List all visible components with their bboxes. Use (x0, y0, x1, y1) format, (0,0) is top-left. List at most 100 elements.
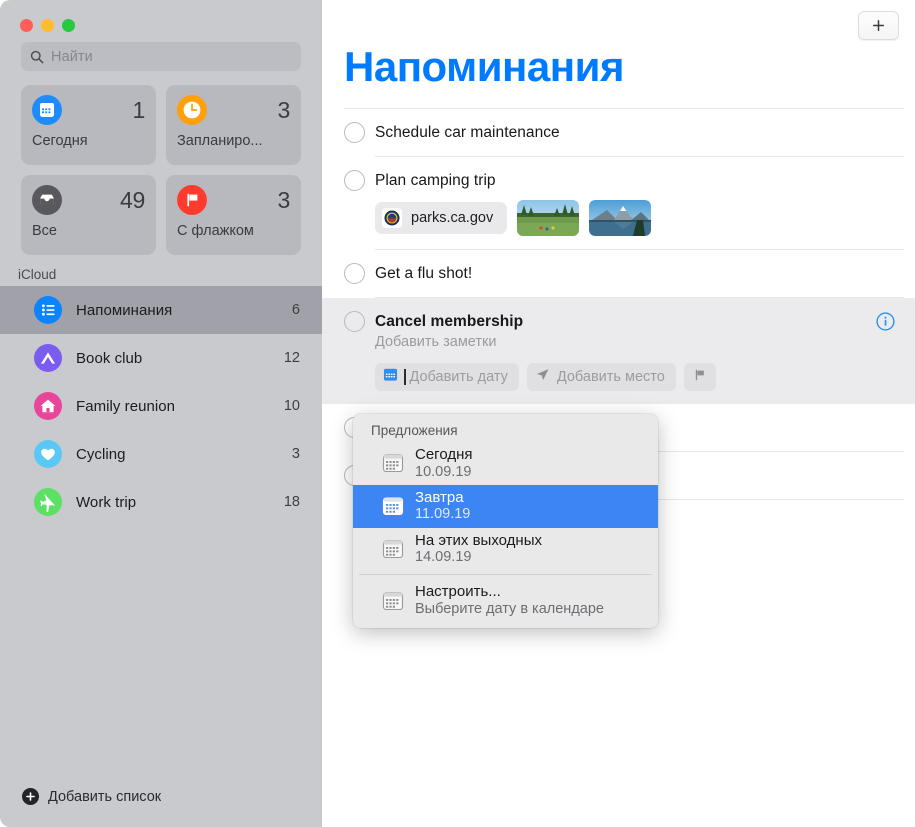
section-header-icloud: iCloud (0, 255, 322, 286)
reminder-checkbox[interactable] (344, 263, 365, 284)
reminder-notes-placeholder[interactable]: Добавить заметки (375, 334, 915, 350)
calendar-icon (382, 590, 404, 612)
search-icon (30, 50, 44, 64)
date-suggestion-tomorrow[interactable]: Завтра 11.09.19 (353, 485, 658, 528)
location-arrow-icon (535, 367, 550, 387)
tent-icon (34, 344, 62, 372)
add-date-label: Добавить дату (410, 369, 508, 385)
sidebar-item-label: Напоминания (76, 302, 278, 319)
bullet-list-icon (34, 296, 62, 324)
reminder-row[interactable]: Get a flu shot! (322, 250, 915, 297)
zoom-button[interactable] (62, 19, 75, 32)
smart-card-count: 1 (133, 97, 146, 124)
window-controls (0, 0, 322, 34)
sidebar-item-count: 18 (284, 494, 300, 510)
date-suggestion-this-weekend[interactable]: На этих выходных 14.09.19 (353, 528, 658, 571)
search-input[interactable]: Найти (21, 42, 301, 71)
url-attachment-text: parks.ca.gov (411, 210, 493, 226)
heart-icon (34, 440, 62, 468)
smart-card-today[interactable]: 1 Сегодня (21, 85, 156, 165)
smart-card-count: 3 (278, 97, 291, 124)
minimize-button[interactable] (41, 19, 54, 32)
reminder-checkbox[interactable] (344, 122, 365, 143)
info-icon[interactable] (876, 312, 895, 331)
smart-card-flagged[interactable]: 3 С флажком (166, 175, 301, 255)
date-suggestion-today[interactable]: Сегодня 10.09.19 (353, 442, 658, 485)
page-title: Напоминания (344, 46, 624, 88)
reminder-title: Get a flu shot! (375, 263, 915, 284)
image-attachment-thumbnail[interactable] (589, 200, 651, 236)
popup-header: Предложения (353, 419, 658, 442)
house-icon (34, 392, 62, 420)
suggestion-date: 11.09.19 (415, 506, 470, 523)
add-reminder-button[interactable] (858, 11, 899, 40)
reminder-title: Cancel membership (375, 311, 915, 332)
smart-card-count: 49 (120, 187, 145, 214)
sidebar-item-reminders[interactable]: Напоминания 6 (0, 286, 322, 334)
smart-cards-grid: 1 Сегодня 3 Запланиро... (0, 71, 322, 255)
suggestion-date: 10.09.19 (415, 464, 473, 481)
plus-circle-icon (22, 788, 39, 805)
add-list-button[interactable]: Добавить список (0, 788, 322, 827)
sidebar-item-label: Cycling (76, 446, 278, 463)
reminder-attachments: parks.ca.gov (375, 200, 915, 236)
main-content: Напоминания Schedule car maintenance (322, 0, 915, 827)
reminder-title: Plan camping trip (375, 170, 915, 191)
suggestion-date: 14.09.19 (415, 549, 542, 566)
airplane-icon (34, 488, 62, 516)
reminder-checkbox[interactable] (344, 311, 365, 332)
flag-button[interactable] (684, 363, 716, 391)
smart-card-all[interactable]: 49 Все (21, 175, 156, 255)
sidebar-item-label: Book club (76, 350, 270, 367)
smart-card-label: Все (32, 223, 145, 239)
text-cursor (404, 369, 406, 385)
calendar-icon (382, 495, 404, 517)
sidebar-item-cycling[interactable]: Cycling 3 (0, 430, 322, 478)
flag-icon (177, 185, 207, 215)
search-placeholder: Найти (51, 49, 93, 65)
calendar-icon (383, 367, 398, 387)
calendar-icon (32, 95, 62, 125)
calendar-icon (382, 452, 404, 474)
calendar-icon (382, 538, 404, 560)
add-location-label: Добавить место (557, 369, 665, 385)
reminder-checkbox[interactable] (344, 170, 365, 191)
suggestion-title: Настроить... (415, 583, 604, 601)
sidebar-item-count: 12 (284, 350, 300, 366)
popup-divider (359, 574, 652, 575)
inbox-icon (32, 185, 62, 215)
sidebar-item-book-club[interactable]: Book club 12 (0, 334, 322, 382)
sidebar-item-label: Work trip (76, 494, 270, 511)
url-attachment-chip[interactable]: parks.ca.gov (375, 202, 507, 234)
sidebar-item-family-reunion[interactable]: Family reunion 10 (0, 382, 322, 430)
sidebar: Найти (0, 0, 322, 827)
plus-icon (871, 18, 886, 33)
list-collection: Напоминания 6 Book club 12 (0, 286, 322, 526)
flag-icon (693, 368, 707, 387)
sidebar-item-count: 10 (284, 398, 300, 414)
sidebar-item-label: Family reunion (76, 398, 270, 415)
reminder-row[interactable]: Plan camping trip (322, 157, 915, 249)
reminder-row-selected[interactable]: Cancel membership Добавить заметки (322, 298, 915, 404)
date-suggestion-custom[interactable]: Настроить... Выберите дату в календаре (353, 579, 658, 622)
smart-card-scheduled[interactable]: 3 Запланиро... (166, 85, 301, 165)
sidebar-item-work-trip[interactable]: Work trip 18 (0, 478, 322, 526)
reminder-title: Schedule car maintenance (375, 122, 915, 143)
add-location-button[interactable]: Добавить место (527, 363, 676, 391)
sidebar-item-count: 6 (292, 302, 300, 318)
reminder-action-bar: Добавить дату Добавить место (375, 363, 915, 391)
reminder-row[interactable]: Schedule car maintenance (322, 109, 915, 156)
smart-card-label: С флажком (177, 223, 290, 239)
image-attachment-thumbnail[interactable] (517, 200, 579, 236)
suggestion-hint: Выберите дату в календаре (415, 601, 604, 618)
smart-card-label: Сегодня (32, 133, 145, 149)
suggestion-title: Сегодня (415, 446, 473, 464)
date-suggestions-popup: Предложения Сегодня 10.09. (353, 414, 658, 628)
smart-card-label: Запланиро... (177, 133, 290, 149)
seal-favicon-icon (382, 208, 402, 228)
suggestion-title: На этих выходных (415, 532, 542, 550)
sidebar-item-count: 3 (292, 446, 300, 462)
add-date-button[interactable]: Добавить дату (375, 363, 519, 391)
add-list-label: Добавить список (48, 789, 161, 805)
close-button[interactable] (20, 19, 33, 32)
